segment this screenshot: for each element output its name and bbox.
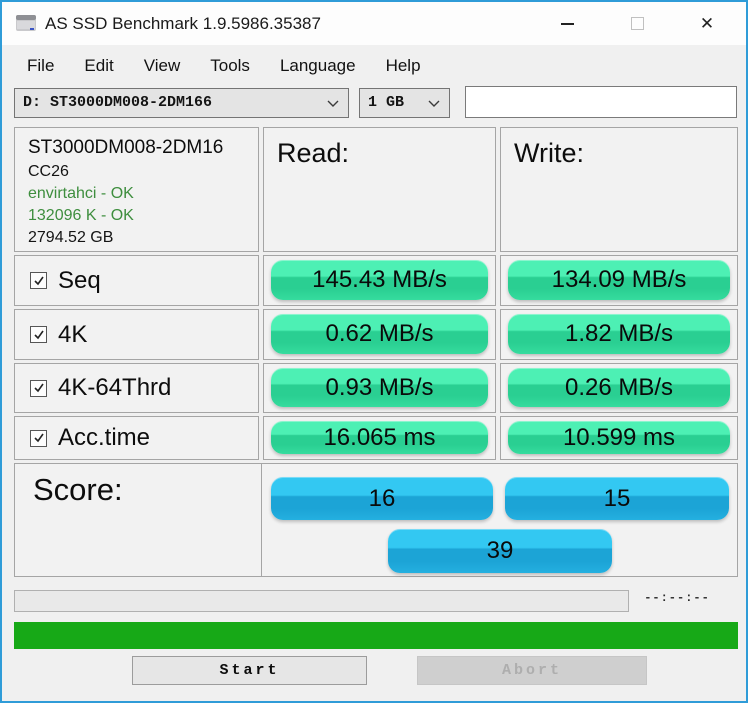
4k64-read-value: 0.93 MB/s [271, 368, 488, 407]
test-label: 4K [58, 320, 88, 348]
seq-write-value: 134.09 MB/s [508, 260, 730, 300]
test-row-4k: 4K [14, 309, 259, 360]
write-header: Write: [514, 138, 585, 168]
drive-firmware: CC26 [28, 163, 69, 180]
score-label: Score: [33, 472, 123, 507]
acctime-write-value: 10.599 ms [508, 421, 730, 454]
4k64-checkbox[interactable] [30, 379, 47, 397]
benchmark-progressbar [14, 590, 629, 612]
minimize-icon [560, 22, 574, 25]
4k64-write-value: 0.26 MB/s [508, 368, 730, 407]
seq-checkbox[interactable] [30, 272, 47, 289]
menu-language[interactable]: Language [265, 47, 371, 85]
acctime-write-cell: 10.599 ms [500, 416, 738, 460]
4k64-read-cell: 0.93 MB/s [263, 363, 496, 413]
test-label: Seq [58, 266, 101, 294]
seq-read-cell: 145.43 MB/s [263, 255, 496, 306]
overall-progressbar [14, 622, 738, 649]
4k-read-value: 0.62 MB/s [271, 314, 488, 354]
seq-write-cell: 134.09 MB/s [500, 255, 738, 306]
alignment-status: 132096 K - OK [28, 207, 134, 224]
menu-tools[interactable]: Tools [195, 47, 265, 85]
4k-checkbox[interactable] [30, 326, 47, 343]
test-label: 4K-64Thrd [58, 374, 172, 401]
chevron-down-icon [428, 100, 440, 107]
score-divider [261, 464, 262, 576]
read-column-header-panel: Read: [263, 127, 496, 252]
check-icon [33, 433, 44, 443]
score-read-value: 16 [271, 477, 493, 520]
test-row-acctime: Acc.time [14, 416, 259, 460]
drive-select-dropdown[interactable]: D: ST3000DM008-2DM166 [14, 88, 349, 118]
acctime-read-cell: 16.065 ms [263, 416, 496, 460]
driver-status: envirtahci - OK [28, 185, 134, 202]
menubar: File Edit View Tools Language Help [2, 47, 746, 85]
read-header: Read: [277, 138, 350, 168]
drive-model: ST3000DM008-2DM16 [28, 137, 224, 158]
text-field[interactable] [465, 86, 737, 118]
start-button[interactable]: Start [132, 656, 367, 685]
test-size-value: 1 GB [368, 94, 405, 111]
acctime-checkbox[interactable] [30, 429, 47, 447]
close-button[interactable]: ✕ [672, 2, 742, 45]
test-row-4k64: 4K-64Thrd [14, 363, 259, 413]
drive-info-panel: ST3000DM008-2DM16 CC26 envirtahci - OK 1… [14, 127, 259, 252]
window-title: AS SSD Benchmark 1.9.5986.35387 [45, 14, 321, 33]
4k-write-value: 1.82 MB/s [508, 314, 730, 354]
maximize-icon [630, 17, 644, 30]
drive-capacity: 2794.52 GB [28, 229, 114, 246]
4k-write-cell: 1.82 MB/s [500, 309, 738, 360]
test-row-seq: Seq [14, 255, 259, 306]
write-column-header-panel: Write: [500, 127, 738, 252]
score-write-value: 15 [505, 477, 729, 520]
close-icon: ✕ [699, 14, 715, 33]
menu-file[interactable]: File [12, 47, 69, 85]
check-icon [33, 330, 44, 339]
score-panel: Score: 16 15 39 [14, 463, 738, 577]
4k64-write-cell: 0.26 MB/s [500, 363, 738, 413]
titlebar: AS SSD Benchmark 1.9.5986.35387 ✕ [2, 2, 746, 45]
abort-button[interactable]: Abort [417, 656, 647, 685]
maximize-button[interactable] [602, 2, 672, 45]
check-icon [33, 276, 44, 285]
app-window: AS SSD Benchmark 1.9.5986.35387 ✕ File E… [0, 0, 748, 703]
menu-edit[interactable]: Edit [69, 47, 128, 85]
check-icon [33, 383, 44, 393]
test-label: Acc.time [58, 424, 151, 451]
menu-view[interactable]: View [129, 47, 196, 85]
drive-select-value: D: ST3000DM008-2DM166 [23, 94, 213, 111]
acctime-read-value: 16.065 ms [271, 421, 488, 454]
menu-help[interactable]: Help [371, 47, 436, 85]
window-controls: ✕ [532, 2, 742, 45]
chevron-down-icon [327, 100, 339, 107]
seq-read-value: 145.43 MB/s [271, 260, 488, 300]
drive-icon [16, 15, 36, 31]
4k-read-cell: 0.62 MB/s [263, 309, 496, 360]
elapsed-time: --:--:-- [644, 591, 710, 605]
test-size-dropdown[interactable]: 1 GB [359, 88, 450, 118]
minimize-button[interactable] [532, 2, 602, 45]
score-total-value: 39 [388, 529, 612, 573]
